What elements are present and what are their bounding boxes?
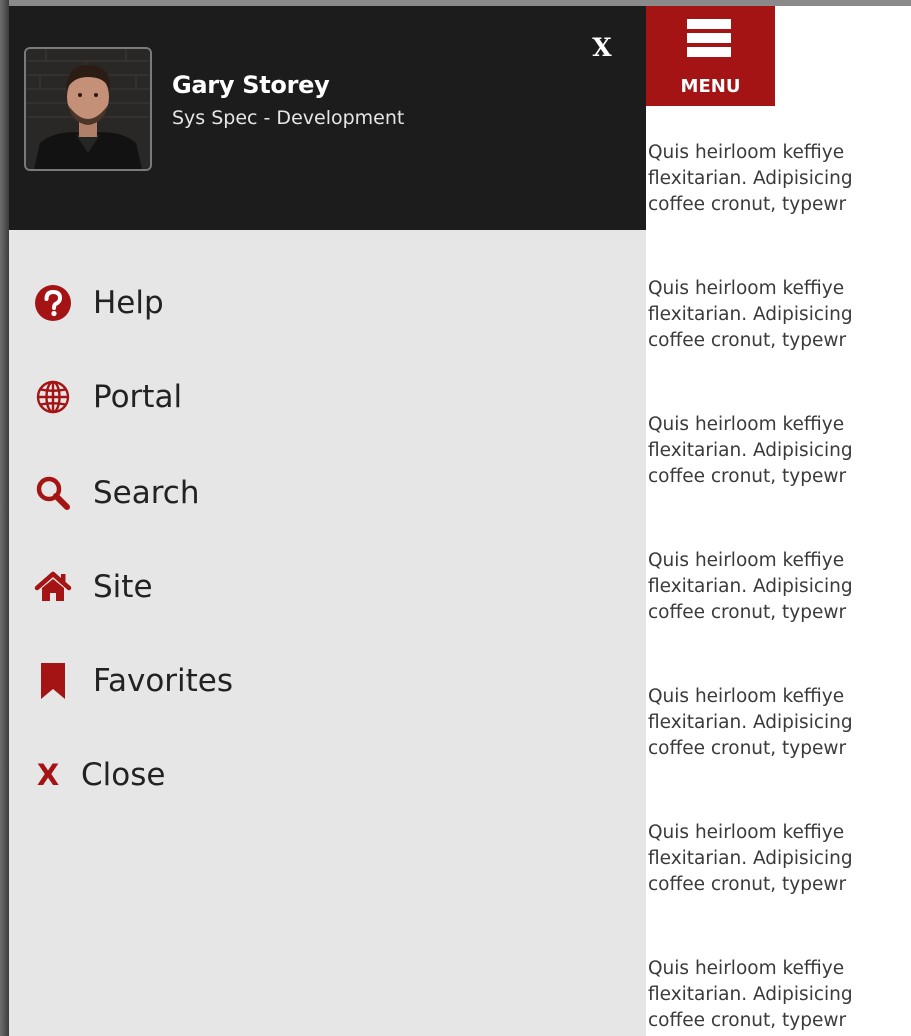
close-glyph: X xyxy=(36,758,60,792)
user-title: Sys Spec - Development xyxy=(172,107,405,129)
side-drawer: Gary Storey Sys Spec - Development X Hel… xyxy=(9,6,646,1036)
avatar-photo xyxy=(26,49,150,169)
search-icon xyxy=(33,473,73,513)
nav-item-label: Portal xyxy=(93,379,183,415)
page-content: Quis heirloom keffiye flexitarian. Adipis… xyxy=(646,106,911,1036)
profile-header: Gary Storey Sys Spec - Development X xyxy=(9,6,646,230)
user-name: Gary Storey xyxy=(172,71,330,99)
top-bar: MENU xyxy=(646,6,911,106)
menu-label: MENU xyxy=(680,76,741,97)
nav-item-portal[interactable]: Portal xyxy=(33,374,182,420)
nav-item-label: Help xyxy=(93,285,164,321)
menu-button[interactable]: MENU xyxy=(646,6,775,106)
paragraph: Quis heirloom keffiye flexitarian. Adipis… xyxy=(648,550,853,623)
paragraph: Quis heirloom keffiye flexitarian. Adipis… xyxy=(648,958,853,1031)
paragraph: Quis heirloom keffiye flexitarian. Adipis… xyxy=(648,278,853,351)
window-left-edge xyxy=(0,0,9,1036)
drawer-close-button[interactable]: X xyxy=(586,32,618,64)
paragraph: Quis heirloom keffiye flexitarian. Adipis… xyxy=(648,822,853,895)
hamburger-icon xyxy=(687,19,731,61)
paragraph: Quis heirloom keffiye flexitarian. Adipis… xyxy=(648,414,853,487)
avatar xyxy=(24,47,152,171)
globe-icon xyxy=(33,377,73,417)
home-icon xyxy=(33,567,73,607)
nav-item-label: Close xyxy=(81,757,166,793)
nav-item-label: Favorites xyxy=(93,663,234,699)
nav-item-close[interactable]: X Close xyxy=(33,752,166,798)
nav-item-label: Search xyxy=(93,475,200,511)
close-icon: X xyxy=(33,755,63,795)
nav-item-site[interactable]: Site xyxy=(33,564,153,610)
paragraph: Quis heirloom keffiye flexitarian. Adipis… xyxy=(648,686,853,759)
nav-item-favorites[interactable]: Favorites xyxy=(33,658,233,704)
bookmark-icon xyxy=(33,661,73,701)
nav-item-label: Site xyxy=(93,569,153,605)
question-circle-icon xyxy=(33,283,73,323)
paragraph: Quis heirloom keffiye flexitarian. Adipis… xyxy=(648,142,853,215)
nav-item-help[interactable]: Help xyxy=(33,280,164,326)
nav-item-search[interactable]: Search xyxy=(33,470,200,516)
